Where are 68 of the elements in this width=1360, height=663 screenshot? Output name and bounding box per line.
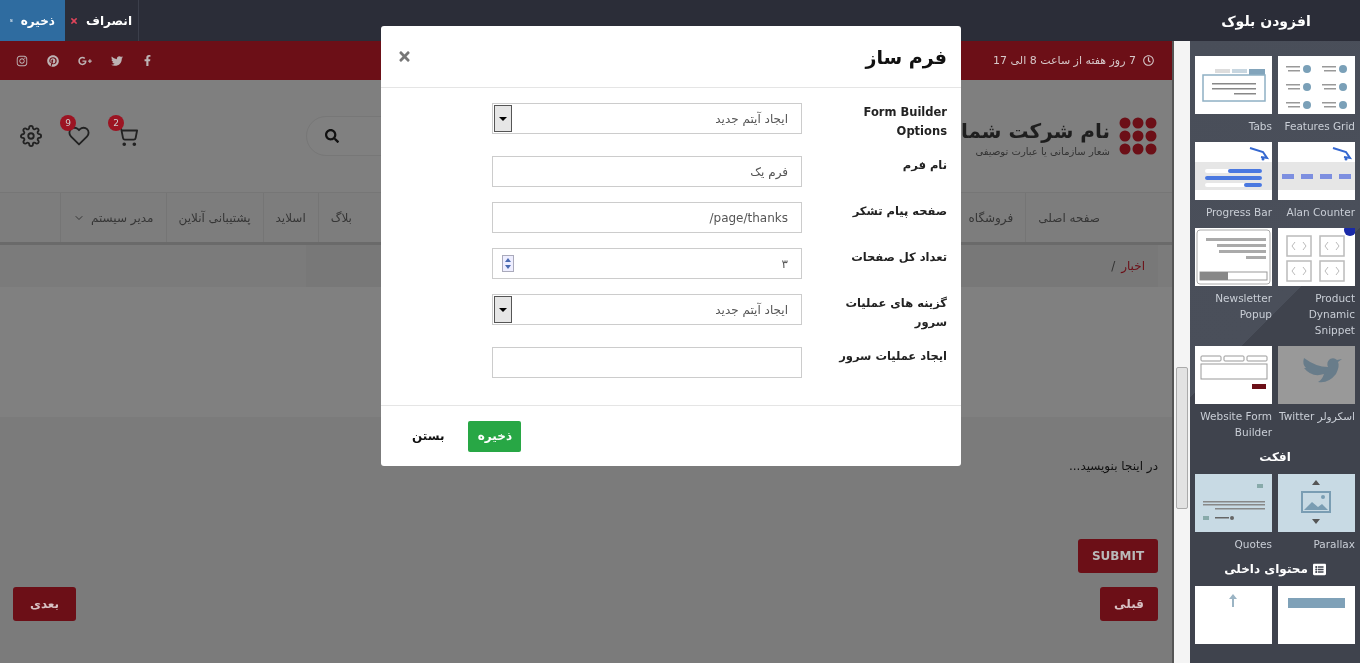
list-icon: [1312, 562, 1326, 576]
sidebar-title: افزودن بلوک: [1220, 11, 1312, 32]
block-thumbnail[interactable]: [1278, 586, 1355, 644]
dialog-title: فرم ساز: [865, 45, 947, 68]
pinterest-icon[interactable]: [47, 54, 59, 67]
clock-icon: [1143, 55, 1154, 66]
search-icon: [325, 129, 339, 143]
scrollbar-thumb[interactable]: [1176, 367, 1188, 509]
dropdown-caret-icon[interactable]: [494, 105, 512, 132]
logo-tagline: شعار سازمانی یا عبارت توصیفی: [974, 145, 1110, 157]
block-thumbnail[interactable]: [1195, 586, 1272, 644]
block-label: Alan Counter: [1285, 205, 1355, 220]
facebook-icon[interactable]: [142, 55, 153, 66]
cart-count: 2: [108, 115, 124, 131]
section-title: محتوای داخلی: [1224, 562, 1326, 576]
instagram-icon[interactable]: [16, 54, 28, 67]
field-label: تعداد کل صفحات: [850, 249, 947, 266]
twitter-icon[interactable]: [111, 54, 123, 67]
block-thumbnail[interactable]: [1195, 474, 1272, 532]
block-label: Parallax: [1312, 537, 1355, 552]
block-label: Newsletter Popup: [1214, 291, 1272, 322]
close-button[interactable]: [397, 49, 412, 64]
settings-icon[interactable]: [20, 125, 42, 147]
block-label: Quotes: [1233, 537, 1272, 552]
save-button[interactable]: ذخیره: [468, 420, 522, 452]
field-label: صفحه پیام تشکر: [851, 203, 947, 220]
block-thumbnail[interactable]: [1278, 346, 1355, 404]
block-label: Progress Bar: [1204, 205, 1272, 220]
next-button[interactable]: بعدی: [13, 587, 76, 621]
breadcrumb-separator: /: [1111, 259, 1116, 273]
field-label: ایجاد عملیات سرور: [837, 348, 947, 366]
block-thumbnail[interactable]: [1278, 142, 1355, 200]
block-label: Features Grid: [1283, 119, 1355, 134]
wishlist-count: 9: [60, 115, 76, 131]
select-field[interactable]: ایجاد آیتم جدید: [492, 103, 802, 134]
submit-button[interactable]: SUBMIT: [1078, 539, 1158, 573]
text-field[interactable]: [492, 347, 802, 378]
block-thumbnail[interactable]: [1195, 228, 1272, 286]
close-button[interactable]: بستن: [406, 428, 451, 444]
text-field[interactable]: فرم یک: [492, 156, 802, 187]
close-icon: [397, 49, 412, 64]
previous-button[interactable]: قبلی: [1100, 587, 1158, 621]
dropdown-caret-icon[interactable]: [494, 296, 512, 323]
logo-title: نام شرکت شما: [960, 117, 1110, 145]
heart-icon[interactable]: [68, 125, 90, 147]
block-thumbnail[interactable]: [1278, 474, 1355, 532]
scrollbar[interactable]: [1172, 41, 1190, 663]
opening-hours: 7 روز هفته از ساعت 8 الی 17: [993, 54, 1136, 67]
select-field[interactable]: ایجاد آیتم جدید: [492, 294, 802, 325]
field-label: Form Builder Options: [862, 104, 947, 140]
block-label: Product Dynamic Snippet: [1307, 291, 1355, 338]
logo-icon: [1118, 116, 1158, 156]
text-field[interactable]: page/thanks/: [492, 202, 802, 233]
block-label: Website Form Builder: [1199, 409, 1272, 440]
number-field[interactable]: ۳: [492, 248, 802, 279]
block-label: اسکرولر Twitter: [1278, 409, 1355, 424]
block-thumbnail[interactable]: [1195, 56, 1272, 114]
spinner-icon[interactable]: [502, 255, 514, 272]
save-button[interactable]: ذخیره: [0, 0, 65, 41]
field-label: گزینه های عملیات سرور: [844, 295, 947, 332]
block-thumbnail[interactable]: [1195, 142, 1272, 200]
section-title: افکت: [1259, 450, 1291, 464]
block-thumbnail[interactable]: [1195, 346, 1272, 404]
editor-text[interactable]: در اینجا بنویسید...: [1068, 459, 1158, 473]
block-thumbnail[interactable]: [1278, 228, 1355, 286]
block-label: Tabs: [1247, 119, 1272, 134]
block-thumbnail[interactable]: [1278, 56, 1355, 114]
field-label: نام فرم: [901, 157, 947, 174]
